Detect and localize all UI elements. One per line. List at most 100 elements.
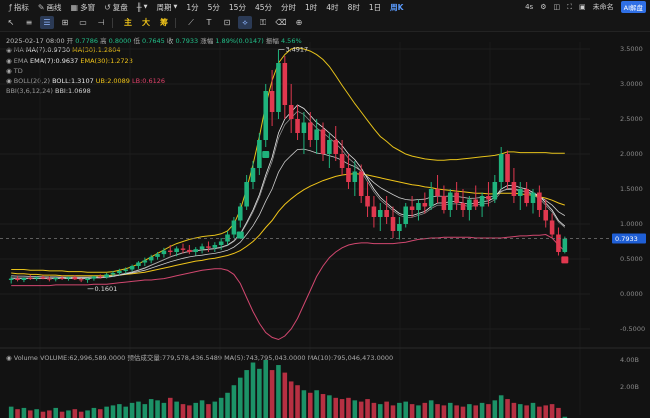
candle-body: [486, 196, 491, 200]
volume-bar: [91, 407, 97, 418]
candle-body: [117, 270, 122, 273]
signal-marker-sell: [561, 256, 569, 264]
volume-bar: [136, 401, 141, 418]
candle-body: [371, 206, 377, 217]
volume-bar: [40, 411, 46, 418]
y-tick-label: 2.0000: [620, 150, 643, 158]
volume-bar: [473, 405, 479, 418]
volume-bar: [85, 410, 90, 418]
volume-bar: [27, 410, 33, 418]
volume-bar: [15, 409, 20, 418]
y-tick-label: 3.0000: [620, 80, 643, 88]
volume-bar: [460, 406, 466, 418]
candle-body: [562, 238, 568, 252]
candle-body: [435, 189, 440, 196]
candle-body: [129, 266, 135, 270]
candle-body: [479, 196, 485, 207]
candle-body: [97, 276, 103, 278]
candle-body: [237, 206, 243, 221]
candle-body: [40, 277, 46, 279]
volume-bar: [123, 406, 129, 418]
volume-bar: [365, 399, 370, 418]
volume-bar: [428, 400, 434, 418]
candle-body: [110, 273, 116, 275]
candle-body: [441, 196, 447, 210]
volume-bar: [530, 402, 536, 418]
volume-bar: [467, 404, 472, 418]
candle-body: [511, 182, 517, 196]
candle-body: [288, 105, 294, 119]
volume-bar: [486, 404, 491, 418]
volume-bar: [549, 404, 555, 418]
candle-body: [180, 248, 186, 250]
volume-bar: [288, 381, 294, 418]
candle-body: [123, 269, 129, 271]
volume-bar: [479, 402, 485, 418]
ma7-line: [11, 104, 566, 280]
candle-body: [161, 250, 167, 255]
volume-bar: [148, 399, 154, 418]
volume-bar: [333, 397, 339, 418]
volume-bar: [505, 399, 510, 418]
volume-bar: [422, 402, 428, 418]
candle-body: [193, 249, 199, 252]
candle-body: [282, 63, 288, 105]
candle-body: [428, 189, 434, 207]
candle-body: [346, 168, 351, 182]
candle-body: [403, 206, 409, 224]
high-label: 3.4917: [285, 46, 308, 54]
candle-body: [549, 220, 555, 235]
volume-bar: [409, 404, 415, 418]
candle-body: [467, 199, 472, 210]
candle-body: [473, 199, 479, 207]
volume-bar: [517, 404, 523, 418]
candle-body: [517, 189, 523, 196]
candle-body: [384, 210, 389, 217]
volume-bar: [180, 404, 186, 418]
volume-bar: [47, 410, 52, 418]
candle-body: [174, 248, 179, 252]
candle-body: [505, 154, 510, 182]
candle-body: [72, 277, 78, 280]
candle-body: [295, 119, 300, 133]
candle-body: [15, 278, 20, 280]
candle-body: [377, 210, 383, 217]
volume-bar: [397, 402, 402, 418]
candle-body: [21, 277, 27, 280]
candle-body: [390, 217, 396, 231]
volume-bar: [21, 407, 27, 418]
candle-body: [27, 277, 33, 279]
low-label: 0.1601: [95, 285, 118, 293]
candle-body: [492, 182, 498, 200]
candle-body: [524, 189, 529, 203]
volume-bar: [193, 402, 199, 418]
candle-body: [333, 140, 339, 154]
candle-body: [148, 256, 154, 261]
volume-bar: [199, 400, 205, 418]
volume-bar: [454, 405, 459, 418]
volume-bar: [346, 397, 351, 418]
volume-bar: [295, 385, 300, 418]
volume-bar: [435, 404, 440, 418]
candle-body: [187, 249, 192, 252]
candle-body: [8, 278, 14, 280]
volume-bar: [314, 390, 319, 418]
candle-body: [218, 241, 224, 245]
candle-body: [556, 234, 561, 252]
candle-body: [136, 262, 141, 266]
volume-bar: [187, 405, 192, 418]
volume-bar: [250, 362, 256, 418]
candle-body: [85, 278, 90, 280]
candle-body: [206, 246, 211, 248]
price-chart[interactable]: 3.5000 3.0000 2.5000 2.0000 1.5000 1.0000 0.50…: [0, 0, 650, 418]
candle-body: [263, 91, 269, 140]
candle-body: [537, 192, 542, 210]
volume-bar: [263, 360, 269, 418]
volume-bar: [358, 401, 364, 418]
volume-bar: [142, 404, 148, 418]
candle-body: [314, 129, 319, 140]
candle-body: [78, 279, 84, 281]
volume-bar: [390, 405, 396, 418]
volume-bar: [206, 404, 211, 418]
volume-bar: [117, 404, 122, 418]
